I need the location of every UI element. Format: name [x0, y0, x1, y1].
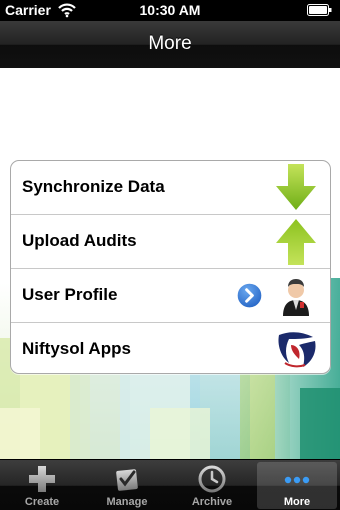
disclosure-button-icon[interactable]	[236, 282, 263, 309]
page-title: More	[148, 33, 192, 54]
menu-item-upload-audits[interactable]: Upload Audits	[11, 215, 330, 269]
menu-item-niftysol-apps[interactable]: Niftysol Apps	[11, 323, 330, 373]
more-dots-icon	[284, 476, 310, 484]
navigation-bar: More	[0, 21, 340, 69]
tab-more[interactable]: More	[257, 462, 337, 509]
download-arrow-icon	[276, 164, 316, 210]
menu-item-label: Upload Audits	[22, 231, 137, 250]
upload-arrow-icon	[276, 219, 316, 265]
tab-label: More	[283, 496, 311, 508]
clock-icon	[198, 465, 226, 493]
tab-create[interactable]: Create	[2, 462, 82, 509]
tab-archive[interactable]: Archive	[172, 462, 252, 509]
menu-item-label: Synchronize Data	[22, 177, 165, 196]
tab-manage[interactable]: Manage	[87, 462, 167, 509]
user-profile-icon	[283, 279, 309, 316]
niftysol-logo-icon	[278, 332, 316, 368]
tab-bar: Create Manage Archive More	[0, 459, 340, 510]
menu-item-label: User Profile	[22, 285, 118, 304]
plus-icon	[29, 466, 55, 492]
clock-time: 10:30 AM	[139, 2, 201, 18]
menu-table: Synchronize Data Upload Audits User Prof…	[10, 160, 331, 374]
menu-item-user-profile[interactable]: User Profile	[11, 269, 330, 323]
screen: Carrier 10:30 AM More Synchronize Data U…	[0, 0, 340, 510]
menu-item-synchronize-data[interactable]: Synchronize Data	[11, 161, 330, 215]
content-area: Synchronize Data Upload Audits User Prof…	[0, 68, 340, 459]
battery-icon	[307, 4, 332, 16]
status-bar: Carrier 10:30 AM	[0, 0, 340, 21]
tab-label: Create	[24, 496, 60, 508]
menu-item-label: Niftysol Apps	[22, 339, 131, 358]
tab-label: Manage	[106, 496, 148, 508]
tab-label: Archive	[191, 496, 233, 508]
checkbox-icon	[116, 469, 138, 491]
